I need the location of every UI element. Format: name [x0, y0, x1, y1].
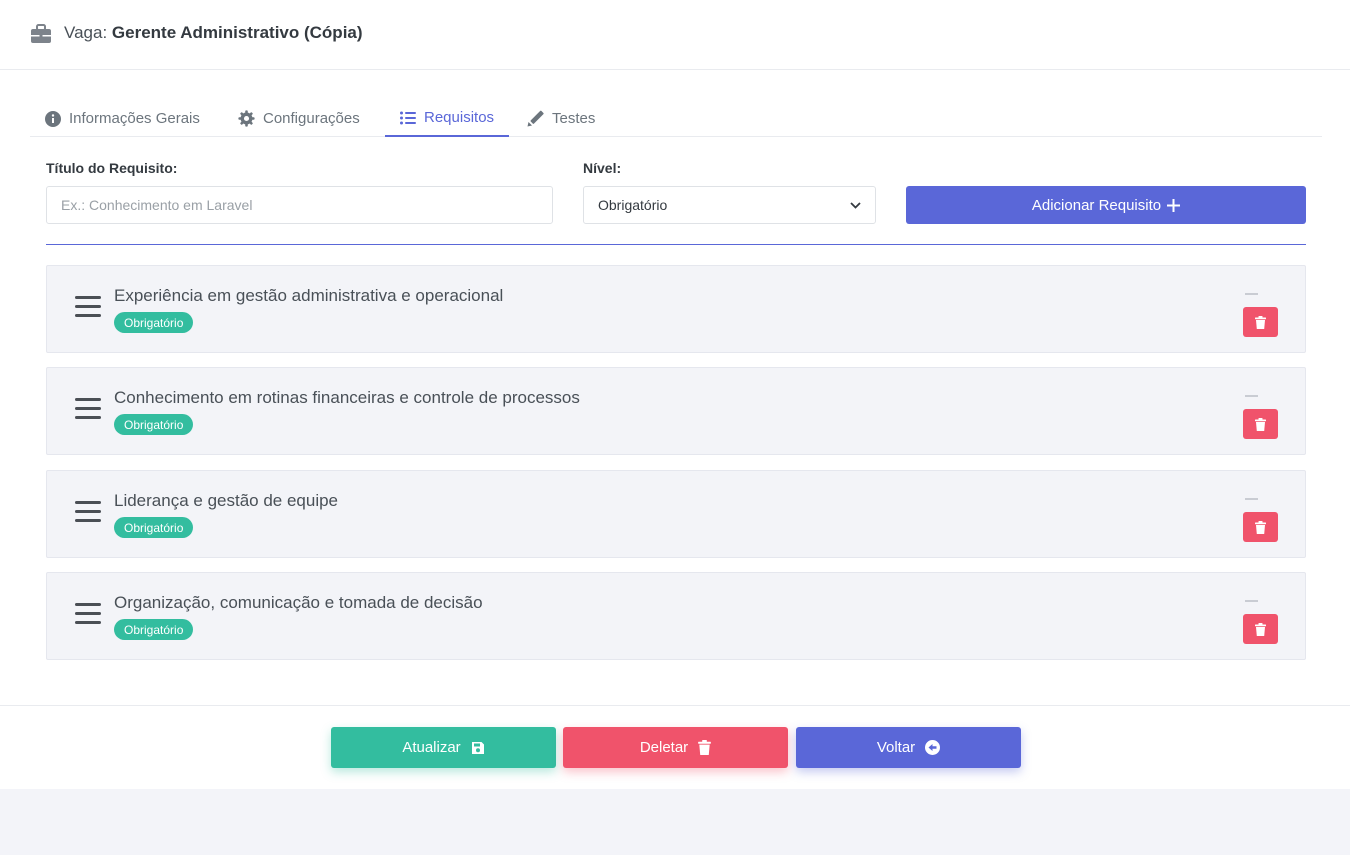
- trash-icon: [1255, 417, 1266, 431]
- drag-handle-icon[interactable]: [75, 296, 101, 318]
- info-icon: [45, 110, 61, 127]
- trash-icon: [1255, 315, 1266, 329]
- collapse-icon[interactable]: [1245, 600, 1258, 602]
- tab-label: Testes: [552, 110, 596, 127]
- page-header: Vaga: Gerente Administrativo (Cópia): [0, 0, 1350, 70]
- delete-button-label: Deletar: [639, 739, 689, 756]
- level-label: Nível:: [583, 160, 622, 176]
- requirement-title: Liderança e gestão de equipe: [114, 491, 339, 510]
- tab-bar: Informações Gerais Configurações Requisi…: [30, 100, 1322, 137]
- list-icon: [400, 111, 416, 124]
- tab-label: Informações Gerais: [69, 110, 200, 127]
- footer-divider: [0, 705, 1350, 706]
- arrow-circle-left-icon: [925, 740, 941, 755]
- level-badge: Obrigatório: [114, 619, 194, 640]
- add-requirement-label: Adicionar Requisito: [1031, 196, 1162, 214]
- tab-testes[interactable]: Testes: [527, 100, 595, 137]
- save-icon: [471, 741, 484, 754]
- tab-informacoes-gerais[interactable]: Informações Gerais: [45, 100, 200, 137]
- back-button[interactable]: Voltar: [796, 727, 1021, 768]
- collapse-icon[interactable]: [1245, 498, 1258, 500]
- page-title: Vaga: Gerente Administrativo (Cópia): [64, 23, 363, 43]
- briefcase-icon: [31, 24, 51, 43]
- delete-requirement-button[interactable]: [1243, 614, 1278, 644]
- trash-icon: [1255, 520, 1266, 534]
- trash-icon: [698, 740, 712, 755]
- level-badge: Obrigatório: [114, 414, 194, 435]
- requirement-title: Experiência em gestão administrativa e o…: [114, 286, 504, 305]
- back-button-label: Voltar: [876, 739, 916, 756]
- chevron-down-icon: [850, 201, 861, 209]
- delete-requirement-button[interactable]: [1243, 307, 1278, 337]
- plus-icon: [1167, 198, 1181, 212]
- level-select[interactable]: Obrigatório: [583, 186, 876, 224]
- add-requirement-button[interactable]: Adicionar Requisito: [906, 186, 1306, 224]
- requirement-item[interactable]: Conhecimento em rotinas financeiras e co…: [46, 367, 1306, 455]
- form-divider: [46, 244, 1306, 245]
- delete-requirement-button[interactable]: [1243, 409, 1278, 439]
- requirement-title: Organização, comunicação e tomada de dec…: [114, 593, 483, 612]
- drag-handle-icon[interactable]: [75, 501, 101, 523]
- requirement-item[interactable]: Experiência em gestão administrativa e o…: [46, 265, 1306, 353]
- drag-handle-icon[interactable]: [75, 603, 101, 625]
- delete-requirement-button[interactable]: [1243, 512, 1278, 542]
- level-badge: Obrigatório: [114, 312, 194, 333]
- drag-handle-icon[interactable]: [75, 398, 101, 420]
- tab-label: Requisitos: [424, 109, 495, 126]
- requirement-item[interactable]: Organização, comunicação e tomada de dec…: [46, 572, 1306, 660]
- tab-configuracoes[interactable]: Configurações: [238, 100, 360, 137]
- delete-button[interactable]: Deletar: [563, 727, 788, 768]
- requirement-title-input[interactable]: [46, 186, 553, 224]
- requirement-item[interactable]: Liderança e gestão de equipe Obrigatório: [46, 470, 1306, 558]
- page-title-label: Vaga:: [64, 23, 108, 42]
- update-button-label: Atualizar: [402, 739, 461, 756]
- trash-icon: [1255, 622, 1266, 636]
- tab-requisitos[interactable]: Requisitos: [385, 100, 509, 137]
- job-card: Vaga: Gerente Administrativo (Cópia) Inf…: [0, 0, 1350, 789]
- pencil-icon: [527, 110, 544, 127]
- level-badge: Obrigatório: [114, 517, 194, 538]
- gear-icon: [238, 110, 255, 127]
- update-button[interactable]: Atualizar: [331, 727, 556, 768]
- level-select-value: Obrigatório: [598, 197, 668, 213]
- requirement-title-label: Título do Requisito:: [46, 160, 178, 176]
- requirement-title: Conhecimento em rotinas financeiras e co…: [114, 388, 580, 407]
- job-title: Gerente Administrativo (Cópia): [111, 23, 363, 42]
- collapse-icon[interactable]: [1245, 293, 1258, 295]
- tab-label: Configurações: [263, 110, 360, 127]
- collapse-icon[interactable]: [1245, 395, 1258, 397]
